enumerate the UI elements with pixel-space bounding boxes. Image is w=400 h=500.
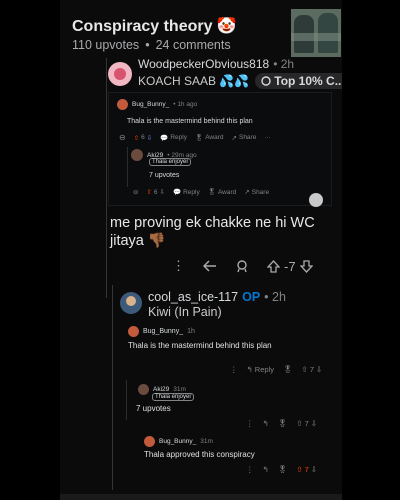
username: Aki29 <box>153 386 170 393</box>
action-row: ⋮ ↰ 🎖 ⇧ 7 ⇩ <box>246 419 318 428</box>
comment-text: 7 upvotes <box>136 404 171 413</box>
more-icon: ··· <box>264 134 271 141</box>
user-flair: Kiwi (In Pain) <box>148 305 222 319</box>
vote-control: ⇧ 6 ⇩ <box>133 134 153 142</box>
vote-control: ⇧ 7 ⇩ <box>296 419 318 428</box>
comment-count: 24 comments <box>155 38 231 52</box>
thread-line <box>126 380 127 420</box>
avatar <box>117 99 128 110</box>
vote-count: -7 <box>284 258 296 274</box>
comment-flair-row: KOACH SAAB 💦💦 Top 10% C... <box>138 73 342 89</box>
top-commenter-badge: Top 10% C... <box>255 73 342 89</box>
share-button: ↗ Share <box>244 188 270 197</box>
timestamp: • 2h <box>264 290 286 304</box>
reply-button: ↰ Reply <box>246 365 274 374</box>
username: Bug_Bunny_ <box>132 101 170 108</box>
post-thumbnail[interactable] <box>291 9 341 57</box>
action-row: ⊖ ⇧ 6 ⇩ 💬 Reply 🎖 Award ↗ Share <box>133 188 270 197</box>
thread-line <box>112 285 113 490</box>
action-row: ⋮ ↰ 🎖 ⇧ 7 ⇩ <box>246 465 318 474</box>
username[interactable]: cool_as_ice-117 <box>148 290 238 304</box>
post-title[interactable]: Conspiracy theory 🤡 <box>72 16 237 36</box>
comment-text: Thala approved this conspiracy <box>144 450 255 459</box>
thread-line <box>127 147 128 187</box>
avatar[interactable] <box>108 62 132 86</box>
award-icon[interactable] <box>235 259 249 273</box>
vote-control: ⇧ 6 ⇩ <box>146 188 165 197</box>
embedded-screenshot-2[interactable]: Bug_Bunny_ 1h Thala is the mastermind be… <box>120 322 338 494</box>
reply-button: 💬 Reply <box>172 188 200 197</box>
comment-body: me proving ek chakke ne hi WC jitaya 👎🏾 <box>110 215 315 249</box>
user-flair: Thala enjoyer <box>149 158 192 166</box>
award-button: 🎖 Award <box>194 134 224 142</box>
action-row: ⋮ ↰ Reply 🎖 ⇧ 7 ⇩ <box>230 365 323 374</box>
reply-button: 💬 Reply <box>160 134 187 142</box>
upvote-count: 110 upvotes <box>72 38 140 52</box>
username: Bug_Bunny_ <box>159 438 197 445</box>
bottom-bar <box>60 494 342 500</box>
vote-control: ⇧ 7 ⇩ <box>301 365 323 374</box>
avatar <box>138 384 149 395</box>
more-options-icon[interactable]: ⋮ <box>172 258 185 274</box>
user-flair: Thala enjoyer <box>152 393 195 401</box>
avatar <box>144 436 155 447</box>
downvote-icon[interactable] <box>299 259 313 273</box>
award-button: 🎖 Award <box>207 188 237 197</box>
reddit-screen: Conspiracy theory 🤡 110 upvotes • 24 com… <box>60 0 342 500</box>
medal-icon <box>261 76 271 86</box>
comment-text: Thala is the mastermind behind this plan <box>127 118 253 125</box>
username[interactable]: WoodpeckerObvious818 <box>138 57 269 71</box>
comment-text: Thala is the mastermind behind this plan <box>128 341 272 350</box>
embedded-screenshot[interactable]: Bug_Bunny_ • 1h ago Thala is the masterm… <box>108 92 332 207</box>
comment-actions: ⋮ -7 <box>172 258 313 274</box>
avatar[interactable] <box>120 292 142 314</box>
upvote-icon[interactable] <box>267 259 280 273</box>
comment-text: 7 upvotes <box>149 172 180 179</box>
comment-meta: WoodpeckerObvious818 • 2h <box>138 57 294 71</box>
touch-indicator <box>309 193 323 207</box>
share-button: ↗ Share <box>231 134 257 142</box>
user-flair: KOACH SAAB 💦💦 <box>138 74 250 88</box>
post-stats: 110 upvotes • 24 comments <box>72 38 231 52</box>
reply-icon[interactable] <box>203 259 217 273</box>
username: Bug_Bunny_ <box>143 328 184 335</box>
thread-line <box>106 58 107 298</box>
avatar <box>131 149 143 161</box>
op-badge: OP <box>242 290 261 304</box>
comment-meta: cool_as_ice-117 OP • 2h <box>148 290 286 304</box>
vote-control: ⇧ 7 ⇩ <box>296 465 318 474</box>
timestamp: • 2h <box>273 57 295 71</box>
avatar <box>128 326 139 337</box>
action-row: ⊖ ⇧ 6 ⇩ 💬 Reply 🎖 Award ↗ Share ··· <box>119 133 271 142</box>
